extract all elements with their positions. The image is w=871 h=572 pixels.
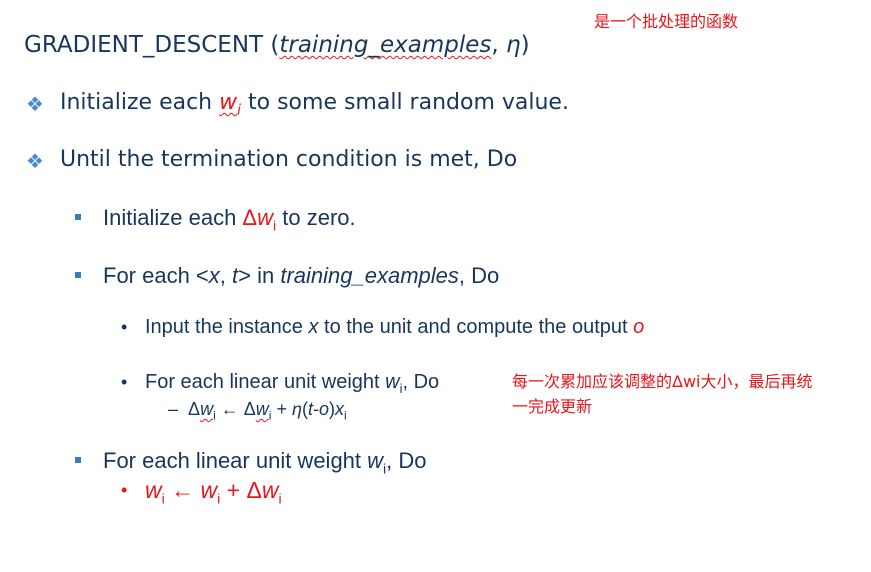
delta-update-rule: – Δwi ← Δwi + η(t-o)xi — [168, 399, 347, 423]
weight-symbol: w — [145, 477, 162, 503]
title-close-paren: ) — [520, 32, 530, 58]
delta-symbol: Δ — [243, 399, 256, 419]
square-bullet-icon — [75, 457, 81, 463]
text: to some small random value. — [241, 90, 569, 115]
text: , Do — [458, 263, 500, 288]
init-delta-line: Initialize each Δwi to zero. — [103, 205, 356, 233]
accumulate-note-line1: 每一次累加应该调整的Δwi大小，最后再统 — [512, 372, 813, 391]
square-bullet-icon — [75, 214, 81, 220]
function-name: GRADIENT_DESCENT — [24, 32, 264, 58]
text: Input the instance — [145, 316, 309, 338]
weight-symbol: w — [257, 205, 274, 230]
weight-symbol: w — [200, 399, 214, 419]
training-examples-symbol: training_examples — [280, 263, 459, 288]
o-symbol: o — [318, 399, 329, 419]
weight-update-rule: wi ← wi + Δwi — [145, 477, 282, 507]
init-weights-line: Initialize each wi to some small random … — [60, 90, 569, 118]
text: > in — [238, 263, 281, 288]
weight-symbol: w — [367, 448, 384, 473]
text: Initialize each — [60, 90, 220, 115]
algorithm-title: GRADIENT_DESCENT (training_examples, η) — [24, 32, 530, 58]
param-training-examples: training_examples — [279, 32, 492, 58]
text: For each linear unit weight — [145, 371, 386, 393]
text: to the unit and compute the output — [318, 316, 634, 338]
for-each-example-line: For each <x, t> in training_examples, Do — [103, 263, 499, 289]
plus-symbol: + — [220, 477, 247, 503]
plus-symbol: + — [271, 399, 292, 419]
title-open-paren: ( — [263, 32, 280, 58]
x-symbol: x — [308, 316, 319, 338]
text: , — [219, 263, 233, 288]
title-separator: , — [491, 32, 506, 58]
weight-symbol: w — [261, 477, 279, 503]
delta-symbol: Δ — [188, 399, 201, 419]
text: For each linear unit weight — [103, 448, 368, 473]
arrow-symbol: ← — [164, 477, 201, 503]
x-symbol: x — [208, 263, 220, 288]
arrow-symbol: ← — [215, 399, 244, 419]
dot-bullet-icon: • — [121, 317, 128, 337]
square-bullet-icon — [75, 272, 81, 278]
param-eta: η — [506, 32, 521, 58]
text: For each < — [103, 263, 209, 288]
weight-symbol: w — [219, 90, 238, 115]
weight-symbol: w — [200, 477, 218, 503]
input-instance-line: Input the instance x to the unit and com… — [145, 316, 644, 339]
dot-bullet-icon: • — [121, 372, 128, 392]
batch-function-note: 是一个批处理的函数 — [594, 12, 739, 31]
delta-symbol: Δ — [246, 477, 262, 503]
for-each-weight-line: For each linear unit weight wi, Do — [145, 371, 439, 396]
delta-symbol: Δ — [242, 205, 258, 230]
eta-symbol: η — [291, 399, 302, 419]
diamond-bullet-icon: ❖ — [26, 149, 44, 173]
diamond-bullet-icon: ❖ — [26, 92, 44, 116]
x-subscript: i — [344, 408, 347, 423]
x-symbol: x — [335, 399, 344, 419]
text: Initialize each — [103, 205, 243, 230]
text: , Do — [402, 371, 440, 393]
until-termination-line: Until the termination condition is met, … — [60, 147, 518, 172]
weight-subscript: i — [278, 490, 282, 507]
accumulate-note-line2: 一完成更新 — [512, 397, 593, 416]
dash-bullet: – — [168, 399, 179, 419]
text: , Do — [386, 448, 427, 473]
weight-symbol: w — [255, 399, 269, 419]
weight-symbol: w — [385, 371, 400, 393]
text: to zero. — [276, 205, 356, 230]
for-each-weight-update-line: For each linear unit weight wi, Do — [103, 448, 427, 476]
output-symbol: o — [633, 316, 645, 338]
dot-bullet-icon: • — [121, 480, 128, 500]
